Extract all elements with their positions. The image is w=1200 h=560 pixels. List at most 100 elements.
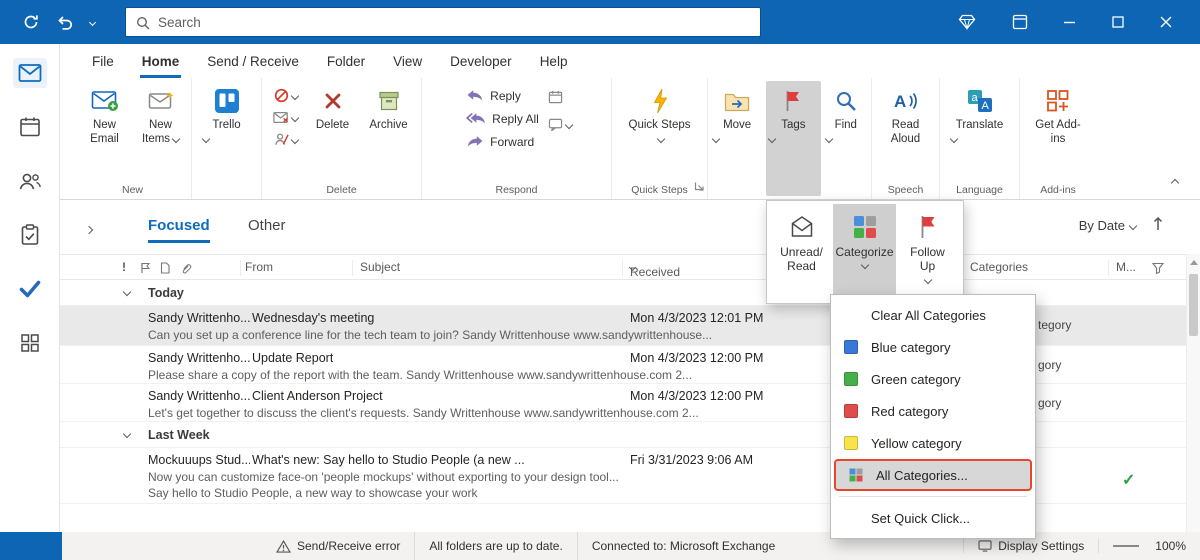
tags-button[interactable]: Tags — [766, 81, 821, 196]
ignore-button[interactable] — [274, 88, 299, 103]
delete-button[interactable]: Delete — [306, 81, 360, 133]
people-nav-icon[interactable] — [13, 166, 47, 196]
tab-developer[interactable]: Developer — [436, 44, 526, 78]
email-category: gory — [1038, 396, 1062, 410]
unread-read-button[interactable]: Unread/ Read — [770, 204, 833, 300]
send-receive-error[interactable]: Send/Receive error — [262, 532, 414, 560]
menu-item-label: Green category — [871, 371, 961, 387]
search-input[interactable]: Search — [125, 7, 761, 37]
tab-home[interactable]: Home — [128, 44, 194, 78]
scrollbar-thumb[interactable] — [1189, 274, 1198, 336]
tab-view[interactable]: View — [379, 44, 436, 78]
column-categories[interactable]: Categories — [970, 260, 1028, 274]
menu-separator — [839, 496, 1027, 497]
tab-help[interactable]: Help — [526, 44, 582, 78]
new-email-icon — [91, 86, 119, 116]
menu-item-red-category[interactable]: Red category — [831, 395, 1035, 427]
menu-item-label: Clear All Categories — [871, 307, 986, 323]
new-email-label: New Email — [90, 119, 119, 145]
new-email-button[interactable]: New Email — [78, 81, 132, 147]
calendar-nav-icon[interactable] — [13, 112, 47, 142]
menu-item-label: Red category — [871, 403, 949, 419]
svg-text:a: a — [971, 92, 978, 104]
quick-steps-button[interactable]: Quick Steps — [628, 81, 692, 147]
quick-steps-dialog-launcher-icon[interactable] — [694, 178, 704, 196]
folders-status-label: All folders are up to date. — [429, 539, 563, 553]
menu-item-green-category[interactable]: Green category — [831, 363, 1035, 395]
get-addins-button[interactable]: Get Add-ins — [1028, 81, 1088, 147]
follow-up-label: Follow Up — [910, 245, 945, 274]
menu-item-yellow-category[interactable]: Yellow category — [831, 427, 1035, 459]
window-layout-icon[interactable] — [1012, 14, 1028, 30]
reply-button[interactable]: Reply — [461, 87, 544, 105]
premium-diamond-icon[interactable] — [958, 14, 976, 30]
menu-item-blue-category[interactable]: Blue category — [831, 331, 1035, 363]
tab-send-receive[interactable]: Send / Receive — [193, 44, 313, 78]
reply-all-button[interactable]: Reply All — [461, 110, 544, 128]
maximize-button[interactable] — [1112, 16, 1124, 28]
todo-nav-icon[interactable] — [13, 274, 47, 304]
send-receive-sync-icon[interactable] — [22, 13, 40, 31]
tasks-nav-icon[interactable] — [13, 220, 47, 250]
archive-button[interactable]: Archive — [362, 81, 416, 133]
tab-focused[interactable]: Focused — [148, 217, 210, 243]
find-button[interactable]: Find — [823, 81, 870, 196]
menu-item-set-quick-click[interactable]: Set Quick Click... — [831, 502, 1035, 534]
read-aloud-button[interactable]: A Read Aloud — [879, 81, 933, 147]
sort-by-date-button[interactable]: By Date — [1079, 218, 1138, 233]
email-preview: Let's get together to discuss the client… — [148, 406, 699, 420]
more-apps-icon[interactable] — [13, 328, 47, 358]
mail-nav-icon[interactable] — [12, 58, 47, 88]
move-button[interactable]: Move — [710, 81, 764, 196]
menu-item-all-categories[interactable]: All Categories... — [834, 459, 1032, 491]
tab-folder[interactable]: Folder — [313, 44, 379, 78]
column-flag-icon[interactable] — [140, 262, 151, 277]
trello-button[interactable]: Trello — [200, 81, 254, 144]
email-subject: What's new: Say hello to Studio People (… — [252, 453, 525, 467]
email-preview: Now you can customize face-on 'people mo… — [148, 470, 619, 484]
zoom-slider[interactable] — [1113, 545, 1140, 547]
tab-file[interactable]: File — [78, 44, 128, 78]
menu-item-clear-all-categories[interactable]: Clear All Categories — [831, 299, 1035, 331]
column-from[interactable]: From — [245, 260, 273, 274]
column-importance[interactable]: ! — [122, 260, 126, 274]
column-item-type-icon[interactable] — [160, 262, 170, 277]
collapse-ribbon-icon[interactable] — [1170, 173, 1180, 191]
menu-item-label: Yellow category — [871, 435, 962, 451]
sort-direction-icon[interactable] — [1152, 216, 1164, 234]
column-attachment-icon[interactable] — [180, 262, 192, 277]
block-sender-button[interactable] — [274, 132, 299, 147]
ribbon-group-new: New Email New Items New — [74, 78, 192, 199]
column-headers: ! From Subject Received Categories M... — [60, 254, 1200, 280]
column-subject[interactable]: Subject — [360, 260, 400, 274]
folders-status: All folders are up to date. — [414, 532, 576, 560]
close-button[interactable] — [1160, 16, 1172, 28]
undo-icon[interactable] — [56, 14, 74, 30]
scroll-up-icon[interactable] — [1187, 254, 1200, 270]
list-header: Focused Other By Date — [60, 200, 1200, 254]
reply-all-icon — [466, 112, 486, 124]
categorize-button[interactable]: Categorize — [833, 204, 896, 300]
forward-button[interactable]: Forward — [461, 133, 544, 151]
folder-pane-expander-icon[interactable] — [84, 222, 94, 236]
follow-up-icon — [918, 213, 938, 241]
minimize-button[interactable] — [1064, 16, 1076, 28]
clean-up-button[interactable] — [273, 111, 300, 124]
list-scrollbar[interactable] — [1186, 254, 1200, 532]
new-items-button[interactable]: New Items — [134, 81, 188, 147]
ribbon-tabs: File Home Send / Receive Folder View Dev… — [60, 44, 1200, 78]
zoom-control[interactable]: 100% — [1098, 539, 1200, 553]
tab-other[interactable]: Other — [248, 217, 286, 234]
connection-status-label: Connected to: Microsoft Exchange — [591, 539, 776, 553]
follow-up-button[interactable]: Follow Up — [896, 204, 959, 300]
column-mentions[interactable]: M... — [1116, 260, 1136, 274]
meeting-button[interactable] — [548, 90, 572, 104]
filter-icon[interactable] — [1151, 262, 1165, 277]
translate-button[interactable]: aA Translate — [948, 81, 1012, 144]
get-addins-icon — [1046, 86, 1070, 116]
quick-access-chevron-icon[interactable] — [88, 18, 97, 26]
more-respond-button[interactable] — [548, 118, 574, 131]
display-settings-button[interactable]: Display Settings — [963, 539, 1098, 553]
ribbon-group-move-tags-find: Move Tags Find — [708, 78, 872, 199]
translate-label: Translate — [955, 119, 1004, 131]
